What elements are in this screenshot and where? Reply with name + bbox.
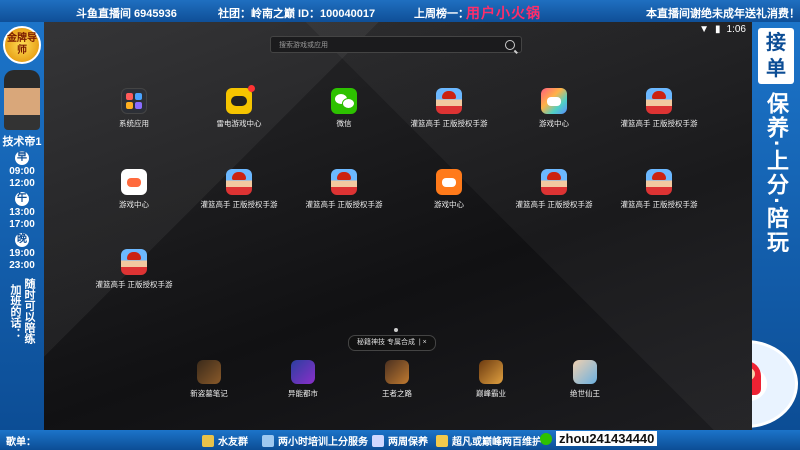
order-badge: 接单 — [758, 28, 794, 84]
slam-dunk-icon — [121, 249, 147, 275]
game-center-icon — [121, 169, 147, 195]
app-slam-dunk[interactable]: 灌篮高手 正版授权手游 — [499, 169, 609, 210]
game-center-icon — [436, 169, 462, 195]
bottom-item-group: 水友群 — [202, 433, 248, 448]
rank-user: 用户小火锅 — [466, 5, 541, 21]
training-icon — [262, 434, 274, 447]
folder-icon — [121, 88, 147, 114]
search-icon[interactable] — [505, 40, 515, 50]
slam-dunk-icon — [436, 88, 462, 114]
rocket-icon — [372, 434, 384, 447]
app-game-center[interactable]: 游戏中心 — [394, 169, 504, 210]
app-slam-dunk[interactable]: 灌篮高手 正版授权手游 — [79, 249, 189, 290]
gold-mentor-logo: 金牌导师 — [3, 26, 41, 64]
status-bar: ▼ ▮ 1:06 — [699, 24, 746, 35]
esper-city-icon — [291, 360, 315, 384]
page-indicator — [394, 328, 398, 332]
app-wechat[interactable]: 微信 — [289, 88, 399, 129]
minor-notice: 本直播间谢绝未成年送礼消费！ — [646, 8, 800, 20]
rank-label: 上周榜一： — [414, 8, 469, 20]
services-text: 保养·上分·陪玩 — [764, 92, 789, 255]
shift-morning: 早 09:00 12:00 — [9, 151, 35, 189]
group-icon — [202, 434, 214, 447]
slam-dunk-icon — [646, 169, 672, 195]
peak-hegemony-icon — [479, 360, 503, 384]
immortal-king-icon — [573, 360, 597, 384]
shift-night: 晚 19:00 23:00 — [9, 233, 35, 271]
wifi-icon: ▼ — [699, 24, 710, 35]
right-sidebar: 接单 保养·上分·陪玩 — [694, 22, 800, 430]
crown-icon — [436, 434, 448, 447]
status-time: 1:06 — [726, 24, 746, 35]
notification-badge — [248, 85, 255, 92]
app-slam-dunk[interactable]: 灌篮高手 正版授权手游 — [394, 88, 504, 129]
tomb-notes-icon — [197, 360, 221, 384]
streamer-avatar — [4, 70, 40, 130]
app-slam-dunk[interactable]: 灌篮高手 正版授权手游 — [604, 169, 714, 210]
app-slam-dunk[interactable]: 灌篮高手 正版授权手游 — [289, 169, 399, 210]
dock-app-immortal-king[interactable]: 绝世仙王 — [530, 360, 640, 399]
top-banner: 斗鱼直播间 6945936 社团：岭南之巅 ID：100040017 上周榜一：… — [0, 0, 800, 22]
wechat-icon — [540, 432, 552, 445]
overtime-slogan: 加班的话： 随时可以陪练 — [9, 278, 35, 344]
emulator-screen: ▼ ▮ 1:06 搜索游戏或应用 系统应用 雷电游戏中心 微信 灌篮高手 正版授… — [44, 22, 752, 430]
bottom-item-maintenance: 两周保养 — [372, 433, 428, 448]
game-center-icon — [541, 88, 567, 114]
slam-dunk-icon — [226, 169, 252, 195]
app-system-apps[interactable]: 系统应用 — [79, 88, 189, 129]
bottom-item-wechat: zhou241434440 — [540, 431, 658, 446]
app-leidian-game-center[interactable]: 雷电游戏中心 — [184, 85, 294, 129]
leidian-game-center-icon — [226, 85, 255, 114]
app-game-center[interactable]: 游戏中心 — [499, 88, 609, 129]
bottom-banner: 歌单： 水友群 两小时培训上分服务 两周保养 超凡或巅峰两百维护 zhou241… — [0, 430, 800, 450]
shift-noon: 午 13:00 17:00 — [9, 192, 35, 230]
song-list-label: 歌单： — [6, 437, 36, 448]
app-slam-dunk[interactable]: 灌篮高手 正版授权手游 — [184, 169, 294, 210]
streamer-title: 技术帝1 — [2, 136, 42, 148]
app-game-center[interactable]: 游戏中心 — [79, 169, 189, 210]
slam-dunk-icon — [646, 88, 672, 114]
club-info: 社团：岭南之巅 ID：100040017 — [218, 8, 376, 20]
battery-icon: ▮ — [715, 24, 721, 35]
slam-dunk-icon — [541, 169, 567, 195]
bottom-item-training: 两小时培训上分服务 — [262, 433, 368, 448]
close-icon[interactable]: | × — [417, 339, 427, 346]
toast-message: 秘籍神技 专属合成 | × — [348, 335, 436, 351]
app-slam-dunk[interactable]: 灌篮高手 正版授权手游 — [604, 88, 714, 129]
kings-road-icon — [385, 360, 409, 384]
left-sidebar: 金牌导师 技术帝1 早 09:00 12:00 午 13:00 17:00 晚 … — [0, 22, 44, 430]
slam-dunk-icon — [331, 169, 357, 195]
bottom-item-rank-maintenance: 超凡或巅峰两百维护 — [436, 433, 542, 448]
search-input[interactable]: 搜索游戏或应用 — [270, 36, 522, 53]
wechat-icon — [331, 88, 357, 114]
room-number: 斗鱼直播间 6945936 — [76, 8, 177, 20]
